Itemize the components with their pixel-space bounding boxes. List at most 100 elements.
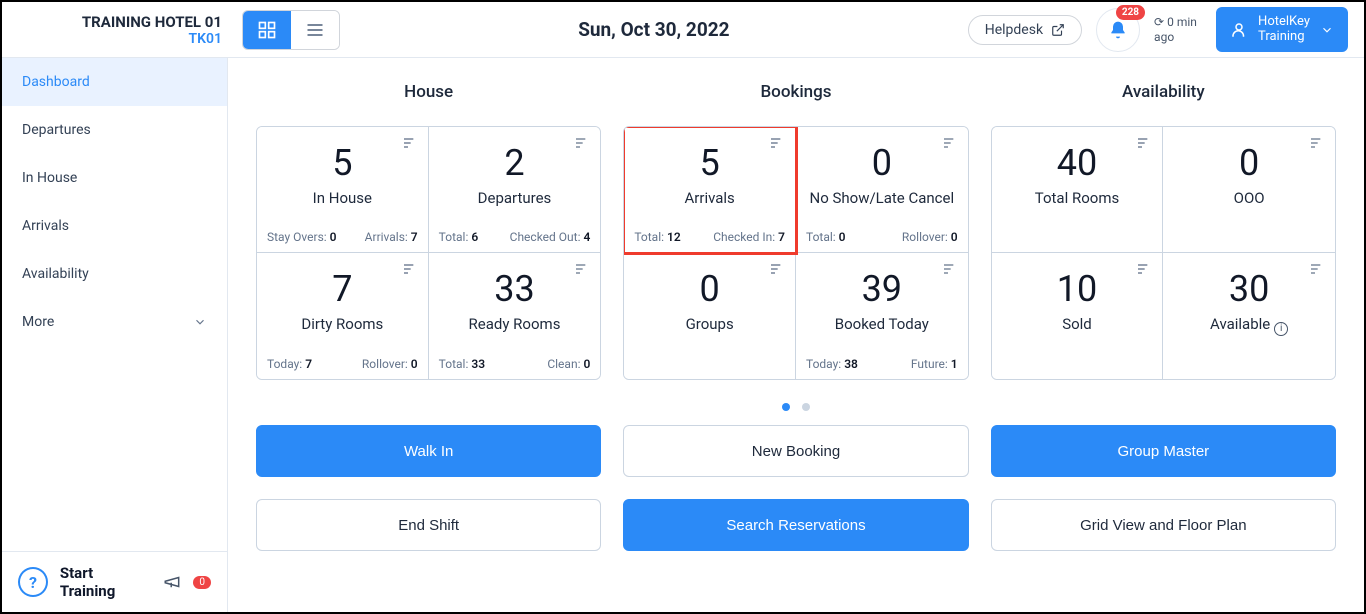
sort-icon [574, 261, 590, 277]
sidebar-item-label: Dashboard [22, 74, 90, 90]
card-label: OOO [1173, 189, 1325, 207]
card-label: Sold [1002, 315, 1153, 333]
sidebar-item-departures[interactable]: Departures [2, 106, 227, 154]
sidebar-item-label: Availability [22, 266, 89, 282]
sort-icon [402, 261, 418, 277]
megaphone-icon [163, 573, 181, 591]
button-row: End Shift Search Reservations Grid View an… [256, 499, 1336, 551]
walk-in-button[interactable]: Walk In [256, 425, 601, 477]
card-value: 40 [1002, 145, 1153, 181]
topbar-right: Helpdesk 228 ⟳ 0 min ago HotelKey Traini… [968, 7, 1348, 52]
external-link-icon [1051, 23, 1065, 37]
grid-icon [257, 20, 277, 40]
user-menu[interactable]: HotelKey Training [1216, 7, 1348, 52]
section-availability: Availability 40 Total Rooms 0OOO 10 Sold 30Ava… [991, 82, 1336, 380]
notifications-button[interactable]: 228 [1096, 8, 1140, 52]
start-training-button[interactable]: Start Training [60, 564, 152, 600]
section-title: Bookings [623, 82, 968, 102]
sort-icon [574, 135, 590, 151]
sidebar: Dashboard Departures In House Arrivals Avail… [2, 58, 228, 612]
sidebar-item-arrivals[interactable]: Arrivals [2, 202, 227, 250]
view-toggle [242, 10, 340, 50]
card-label: Booked Today [806, 315, 958, 333]
card-grid: 40 Total Rooms 0OOO 10 Sold 30Availablei [991, 126, 1336, 380]
sort-icon [769, 135, 785, 151]
card-ready-rooms[interactable]: 33 Ready Rooms Total: 33Clean: 0 [429, 253, 601, 379]
chevron-down-icon [1320, 23, 1334, 37]
card-value: 2 [439, 145, 591, 181]
new-booking-button[interactable]: New Booking [623, 425, 968, 477]
card-ooo[interactable]: 0OOO [1163, 127, 1335, 253]
end-shift-button[interactable]: End Shift [256, 499, 601, 551]
grid-view-and-floor-plan-button[interactable]: Grid View and Floor Plan [991, 499, 1336, 551]
hotel-code: TK01 [18, 31, 222, 47]
user-icon [1230, 21, 1248, 39]
card-arrivals[interactable]: 5 Arrivals Total: 12Checked In: 7 [624, 127, 796, 253]
card-label: Ready Rooms [439, 315, 591, 333]
sidebar-item-label: In House [22, 170, 77, 186]
sidebar-item-more[interactable]: More [2, 298, 227, 346]
card-footer: Today: 38Future: 1 [806, 357, 958, 371]
list-view-toggle[interactable] [291, 11, 339, 49]
sort-icon [942, 135, 958, 151]
sidebar-item-label: Departures [22, 122, 91, 138]
card-value: 7 [267, 271, 418, 307]
help-icon[interactable]: ? [18, 567, 48, 597]
button-row: Walk In New Booking Group Master [256, 425, 1336, 477]
card-value: 33 [439, 271, 591, 307]
card-value: 5 [267, 145, 418, 181]
helpdesk-button[interactable]: Helpdesk [968, 15, 1082, 45]
card-footer: Today: 7Rollover: 0 [267, 357, 418, 371]
card-departures[interactable]: 2 Departures Total: 6Checked Out: 4 [429, 127, 601, 253]
carousel-dots [256, 396, 1336, 415]
section-title: Availability [991, 82, 1336, 102]
card-label: In House [267, 189, 418, 207]
card-sold[interactable]: 10 Sold [992, 253, 1164, 379]
refresh-icon: ⟳ [1154, 15, 1164, 29]
card-footer: Total: 12Checked In: 7 [634, 230, 785, 244]
card-grid: 5 Arrivals Total: 12Checked In: 7 0 No Show/… [623, 126, 968, 380]
bell-icon [1108, 20, 1128, 40]
helpdesk-label: Helpdesk [985, 22, 1043, 38]
card-footer: Total: 6Checked Out: 4 [439, 230, 591, 244]
section-bookings: Bookings 5 Arrivals Total: 12Checked In: 7 0… [623, 82, 968, 380]
sidebar-item-in-house[interactable]: In House [2, 154, 227, 202]
search-reservations-button[interactable]: Search Reservations [623, 499, 968, 551]
card-booked-today[interactable]: 39 Booked Today Today: 38Future: 1 [796, 253, 968, 379]
card-available[interactable]: 30Availablei [1163, 253, 1335, 379]
card-no-show-late-cancel[interactable]: 0 No Show/Late Cancel Total: 0Rollover: 0 [796, 127, 968, 253]
card-label: Total Rooms [1002, 189, 1153, 207]
card-label: Availablei [1173, 315, 1325, 336]
card-label: No Show/Late Cancel [806, 189, 958, 207]
group-master-button[interactable]: Group Master [991, 425, 1336, 477]
card-footer: Stay Overs: 0Arrivals: 7 [267, 230, 418, 244]
sort-icon [402, 135, 418, 151]
sidebar-item-dashboard[interactable]: Dashboard [2, 58, 227, 106]
card-footer: Total: 33Clean: 0 [439, 357, 591, 371]
card-dirty-rooms[interactable]: 7Dirty RoomsToday: 7Rollover: 0 [257, 253, 429, 379]
card-value: 10 [1002, 271, 1153, 307]
card-value: 5 [634, 145, 785, 181]
card-label: Departures [439, 189, 591, 207]
info-icon: i [1274, 322, 1288, 336]
card-groups[interactable]: 0Groups [624, 253, 796, 379]
card-value: 39 [806, 271, 958, 307]
card-footer: Total: 0Rollover: 0 [806, 230, 958, 244]
card-label: Arrivals [634, 189, 785, 207]
carousel-dot[interactable] [782, 403, 790, 411]
carousel-dot[interactable] [802, 403, 810, 411]
sidebar-footer: ? Start Training 0 [2, 551, 227, 612]
sort-icon [1136, 135, 1152, 151]
card-total-rooms[interactable]: 40 Total Rooms [992, 127, 1164, 253]
hotel-name: TRAINING HOTEL 01 [18, 13, 222, 31]
sidebar-item-availability[interactable]: Availability [2, 250, 227, 298]
hotel-info: TRAINING HOTEL 01 TK01 [18, 13, 242, 47]
card-value: 0 [806, 145, 958, 181]
topbar: TRAINING HOTEL 01 TK01 Sun, Oct 30, 2022… [2, 2, 1364, 58]
sidebar-item-label: Arrivals [22, 218, 69, 234]
sync-status: ⟳ 0 min ago [1154, 15, 1202, 44]
grid-view-toggle[interactable] [243, 11, 291, 49]
card-in-house[interactable]: 5 In House Stay Overs: 0Arrivals: 7 [257, 127, 429, 253]
sidebar-item-label: More [22, 314, 54, 330]
chevron-down-icon [193, 315, 207, 329]
